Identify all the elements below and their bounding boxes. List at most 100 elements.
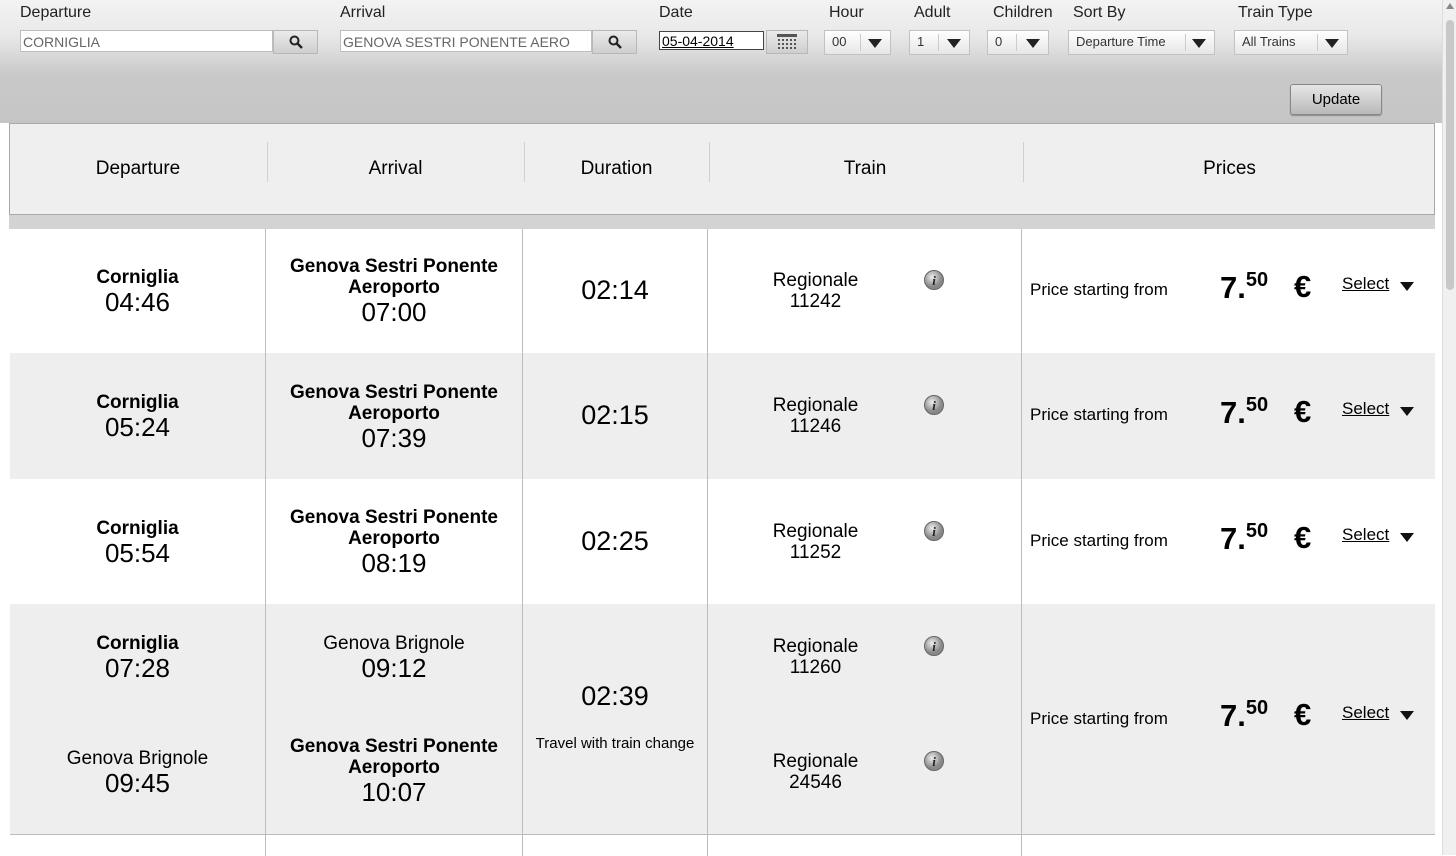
- train-cell: Regionale 11260 i Regionale 24546 i: [708, 604, 1021, 834]
- arrival-time: 08:19: [361, 548, 427, 578]
- departure-time: 05:54: [104, 538, 171, 568]
- currency-symbol: €: [1294, 697, 1312, 732]
- currency-symbol: €: [1294, 269, 1312, 304]
- price-value: 7.50: [1220, 394, 1269, 430]
- select-link[interactable]: Select: [1342, 274, 1389, 294]
- calendar-icon: [777, 34, 797, 49]
- departure-search-button[interactable]: [273, 30, 318, 54]
- price-value: 7.50: [1220, 269, 1269, 305]
- select-link[interactable]: Select: [1342, 703, 1389, 723]
- arrival-input[interactable]: GENOVA SESTRI PONENTE AERO: [340, 30, 592, 52]
- svg-text:i: i: [932, 639, 936, 654]
- chevron-down-icon[interactable]: [1400, 533, 1414, 542]
- departure-time: 04:46: [104, 287, 171, 317]
- traintype-select[interactable]: All Trains: [1234, 30, 1348, 55]
- info-icon[interactable]: i: [924, 270, 944, 290]
- traintype-value: All Trains: [1242, 34, 1296, 49]
- currency-symbol: €: [1294, 394, 1312, 429]
- departure-input[interactable]: CORNIGLIA: [20, 30, 273, 52]
- col-departure: Departure: [95, 158, 181, 179]
- children-value: 0: [995, 34, 1003, 49]
- arrival-station-line2: Aeroporto: [348, 528, 440, 549]
- departure-station: Corniglia: [96, 267, 179, 288]
- arrival-station: Genova Sestri Ponente: [289, 256, 498, 277]
- price-value: 7.50: [1220, 520, 1269, 556]
- svg-text:i: i: [932, 398, 936, 413]
- duration-value: 02:39: [581, 681, 649, 711]
- train-name: Regionale: [772, 395, 859, 416]
- result-row[interactable]: Corniglia 05:54 Genova Sestri Ponente Ae…: [10, 479, 1435, 604]
- duration-cell: 02:25: [523, 479, 707, 604]
- departure-cell: Corniglia 04:46: [10, 229, 265, 353]
- calendar-button[interactable]: [766, 30, 808, 54]
- date-label: Date: [659, 4, 693, 21]
- price-cell: Price starting from 7.50 € Select: [1022, 604, 1435, 834]
- price-label: Price starting from: [1030, 709, 1168, 728]
- train-name: Regionale: [772, 521, 859, 542]
- scroll-thumb[interactable]: [1446, 20, 1454, 290]
- chevron-down-icon: [947, 39, 961, 48]
- duration-value: 02:15: [581, 400, 649, 430]
- sortby-select[interactable]: Departure Time: [1068, 30, 1215, 55]
- date-input[interactable]: 05-04-2014: [659, 31, 764, 50]
- chevron-down-icon[interactable]: [1400, 282, 1414, 291]
- result-row[interactable]: [10, 834, 1435, 856]
- sortby-value: Departure Time: [1076, 34, 1166, 49]
- adult-select[interactable]: 1: [909, 30, 970, 55]
- price-label: Price starting from: [1030, 531, 1168, 550]
- info-icon[interactable]: i: [924, 751, 944, 771]
- price-cell: Price starting from 7.50 € Select: [1022, 353, 1435, 479]
- arrival-station-line2: Aeroporto: [348, 757, 440, 778]
- train-number: 11252: [789, 542, 842, 563]
- select-link[interactable]: Select: [1342, 399, 1389, 419]
- train-cell: Regionale 11246 i: [708, 353, 1021, 479]
- arrival-cell: Genova Sestri Ponente Aeroporto 07:39: [266, 353, 522, 479]
- arrival-station: Genova Sestri Ponente: [289, 382, 498, 403]
- children-select[interactable]: 0: [987, 30, 1049, 55]
- departure-station: Genova Brignole: [66, 748, 209, 769]
- result-row-with-change[interactable]: Corniglia 07:28 Genova Brignole 09:12 Ge…: [10, 604, 1435, 834]
- arrival-search-button[interactable]: [592, 30, 637, 54]
- update-button[interactable]: Update: [1290, 84, 1382, 115]
- departure-time: 05:24: [104, 412, 171, 442]
- hour-select[interactable]: 00: [824, 30, 891, 55]
- departure-station: Corniglia: [96, 633, 179, 654]
- results-header: Departure Arrival Duration Train Prices: [9, 123, 1435, 215]
- train-cell: Regionale 11242 i: [708, 229, 1021, 353]
- col-duration: Duration: [580, 158, 653, 179]
- svg-text:i: i: [932, 524, 936, 539]
- arrival-time: 10:07: [361, 777, 427, 807]
- adult-label: Adult: [914, 4, 951, 21]
- arrival-station-line2: Aeroporto: [348, 403, 440, 424]
- header-divider: [9, 215, 1435, 229]
- chevron-down-icon[interactable]: [1400, 711, 1414, 720]
- hour-value: 00: [832, 34, 847, 49]
- svg-text:i: i: [932, 754, 936, 769]
- train-number: 11246: [789, 416, 842, 437]
- train-number: 11242: [789, 291, 842, 312]
- price-cell: Price starting from 7.50 € Select: [1022, 229, 1435, 353]
- search-icon: [289, 35, 303, 49]
- arrival-cell: Genova Sestri Ponente Aeroporto 07:00: [266, 229, 522, 353]
- arrival-label: Arrival: [340, 4, 386, 21]
- info-icon[interactable]: i: [924, 636, 944, 656]
- select-link[interactable]: Select: [1342, 525, 1389, 545]
- duration-cell: 02:14: [523, 229, 707, 353]
- search-icon: [608, 35, 622, 49]
- arrival-station-line2: Aeroporto: [348, 277, 440, 298]
- train-number: 24546: [789, 772, 842, 793]
- price-label: Price starting from: [1030, 280, 1168, 299]
- scroll-up-icon[interactable]: [1446, 3, 1454, 9]
- price-cell: Price starting from 7.50 € Select: [1022, 479, 1435, 604]
- info-icon[interactable]: i: [924, 395, 944, 415]
- duration-cell: 02:39 Travel with train change: [523, 604, 707, 834]
- chevron-down-icon[interactable]: [1400, 407, 1414, 416]
- info-icon[interactable]: i: [924, 521, 944, 541]
- departure-time: 07:28: [104, 653, 171, 683]
- scrollbar[interactable]: [1442, 0, 1456, 855]
- traintype-label: Train Type: [1238, 4, 1313, 21]
- arrival-station: Genova Sestri Ponente: [289, 736, 498, 757]
- arrival-cell: Genova Brignole 09:12: [266, 604, 522, 710]
- result-row[interactable]: Corniglia 05:24 Genova Sestri Ponente Ae…: [10, 353, 1435, 479]
- result-row[interactable]: Corniglia 04:46 Genova Sestri Ponente Ae…: [10, 229, 1435, 353]
